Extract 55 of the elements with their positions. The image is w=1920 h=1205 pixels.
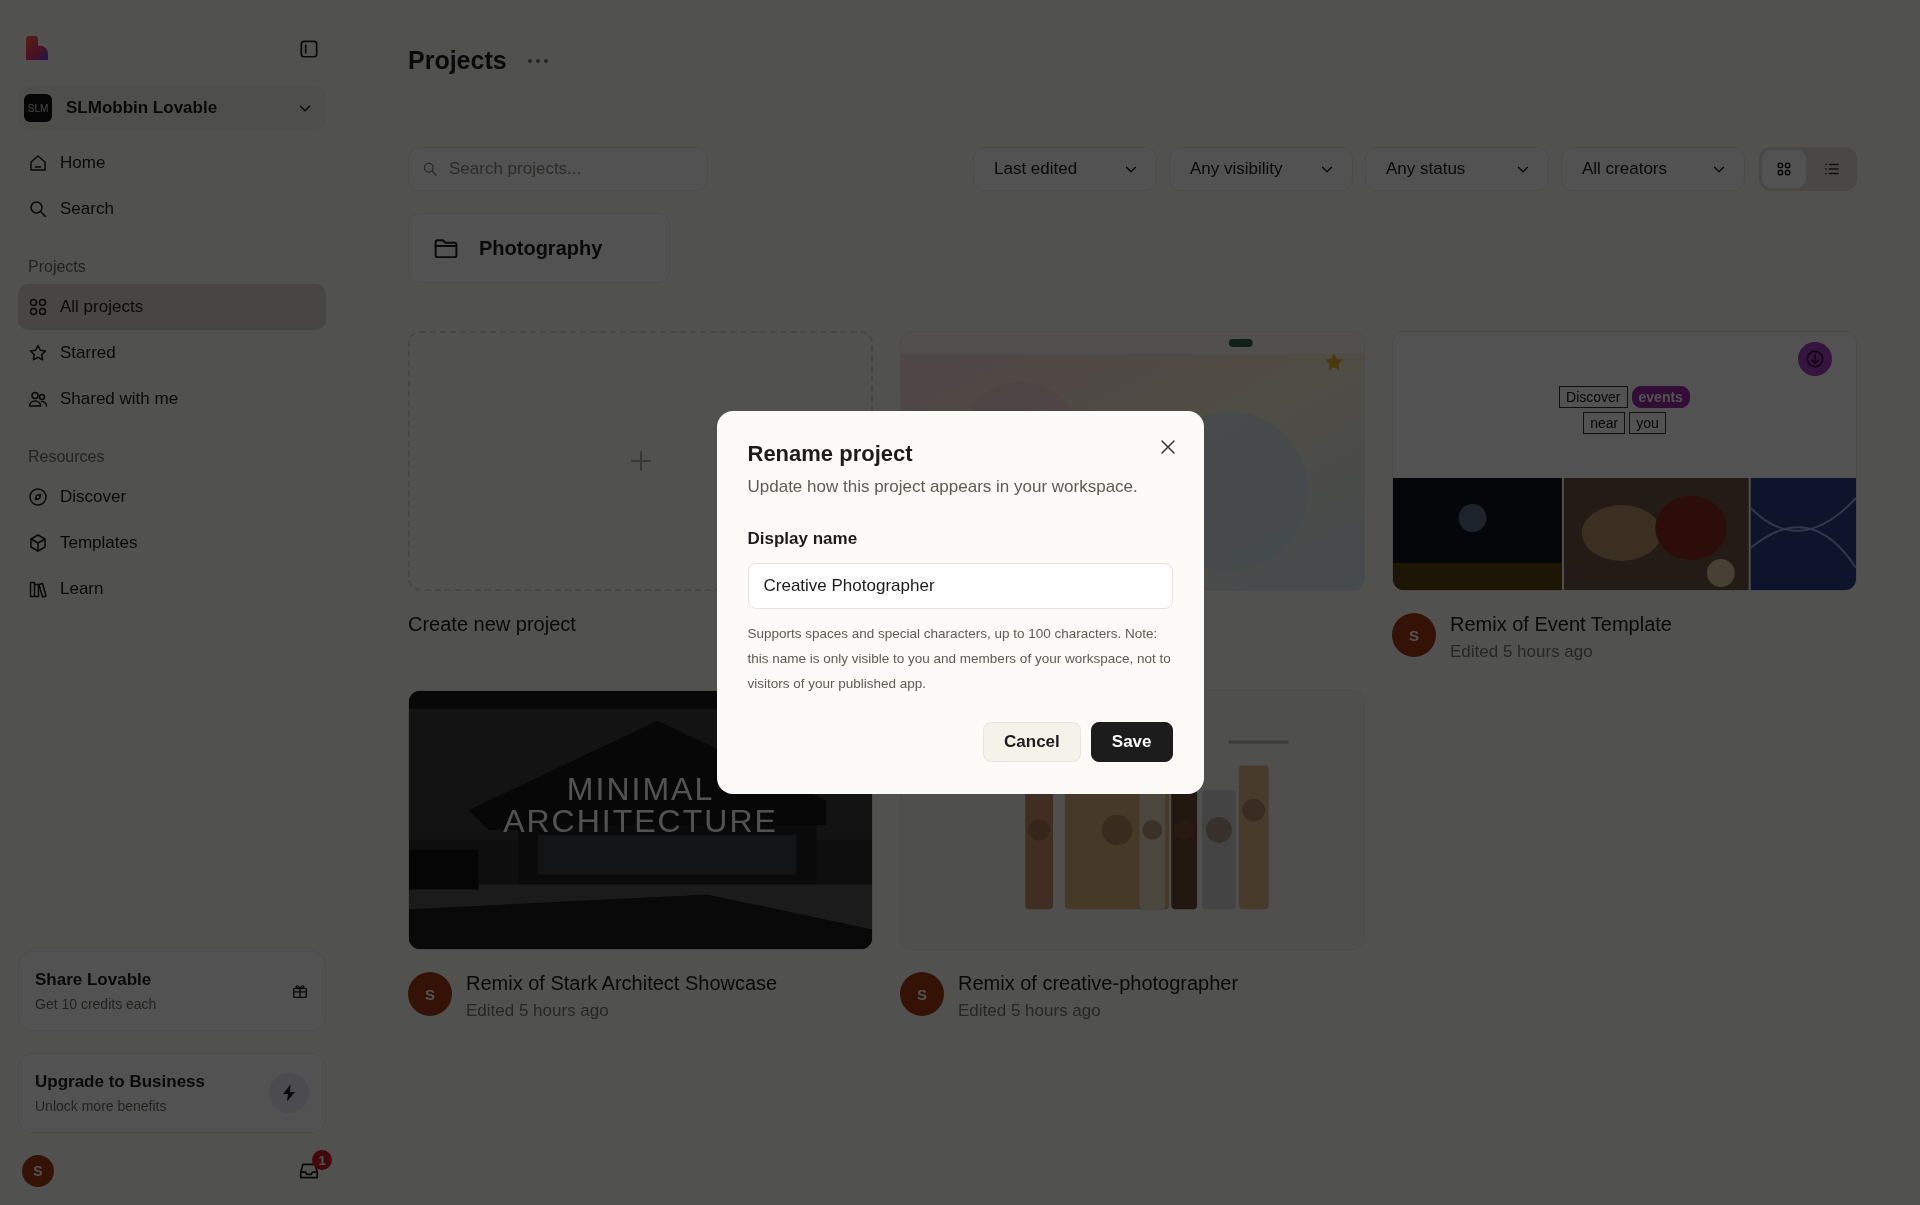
books-icon (28, 579, 48, 599)
project-title[interactable]: Remix of Event Template (1450, 613, 1672, 636)
creator-avatar: S (1392, 613, 1436, 657)
thumbnail-word: Discover (1559, 386, 1628, 408)
project-title[interactable]: Remix of creative-photographer (958, 972, 1239, 995)
name-input-field[interactable]: Creative Photographer (747, 563, 1173, 609)
folder-card[interactable]: Photography (408, 213, 670, 283)
grid-view-button[interactable] (1762, 150, 1806, 188)
home-icon (28, 153, 48, 173)
people-icon (28, 389, 48, 409)
filter-dropdown[interactable]: All creators (1561, 147, 1745, 191)
dialog-title: Rename project (747, 441, 913, 467)
dialog-description: Update how this project appears in your workspace. (747, 477, 1139, 497)
search-icon (28, 199, 48, 219)
logo-icon[interactable] (24, 36, 50, 62)
bolt-icon (269, 1073, 309, 1113)
sidebar-item[interactable]: All projects (18, 284, 326, 330)
filter-dropdown[interactable]: Any status (1365, 147, 1549, 191)
sidebar-item[interactable]: Learn (18, 566, 326, 612)
page-title: Projects (408, 46, 507, 75)
sidebar-item[interactable]: Templates (18, 520, 326, 566)
filter-dropdown[interactable]: Any visibility (1169, 147, 1353, 191)
gift-icon (291, 982, 309, 1000)
search-icon (422, 161, 438, 177)
help-text: Supports spaces and special characters, up to 100 characters. Note: this name is only visible to you and members of your workspace, not to visitors of your published app. (747, 625, 1172, 693)
workspace-avatar: SLM (24, 94, 52, 122)
save-button[interactable]: Save (1090, 722, 1173, 762)
creator-avatar: S (408, 972, 452, 1016)
field-label: Display name (747, 529, 859, 549)
notification-badge: 1 (312, 1150, 332, 1170)
thumbnail-word: events (1631, 386, 1690, 408)
cancel-button[interactable]: Cancel (983, 722, 1081, 762)
sidebar-item[interactable]: Starred (18, 330, 326, 376)
grid-icon (1775, 160, 1793, 178)
compass-icon (28, 487, 48, 507)
promo-title: Upgrade to Business (35, 1072, 206, 1092)
sidebar-item[interactable]: Search (18, 186, 326, 232)
star-icon (28, 343, 48, 363)
user-avatar[interactable]: S (22, 1155, 54, 1187)
sidebar-toggle-icon (298, 38, 320, 60)
filter-dropdown[interactable]: Last edited (973, 147, 1157, 191)
promo-title: Share Lovable (35, 970, 153, 990)
thumbnail-headline: MINIMAL (566, 773, 715, 805)
sidebar-item[interactable]: Discover (18, 474, 326, 520)
more-icon[interactable] (526, 57, 549, 64)
thumbnail-word: near (1583, 412, 1626, 434)
cube-icon (28, 533, 48, 553)
grid-icon (28, 297, 48, 317)
creator-avatar: S (900, 972, 944, 1016)
sidebar-item[interactable]: Shared with me (18, 376, 326, 422)
workspace-selector[interactable]: SLM SLMobbin Lovable (18, 86, 326, 130)
sidebar-item[interactable]: Home (18, 140, 326, 186)
project-title[interactable]: Remix of Stark Architect Showcase (466, 972, 778, 995)
thumbnail-headline: ARCHITECTURE (503, 805, 778, 837)
thumbnail-word: you (1629, 412, 1666, 434)
